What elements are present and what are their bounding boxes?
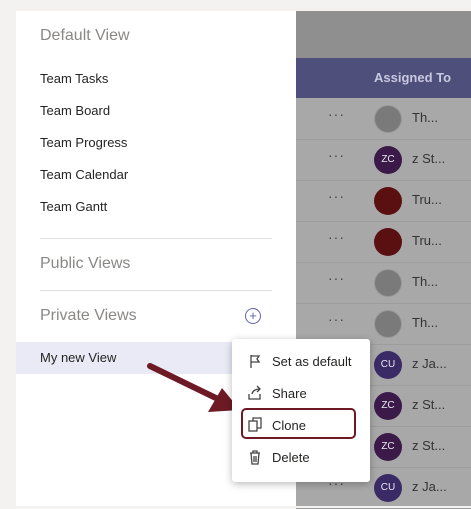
avatar: ZC	[374, 433, 402, 461]
view-item-team-progress[interactable]: Team Progress	[40, 135, 127, 150]
table-row[interactable]: ··· Th...	[296, 262, 471, 304]
more-options-icon[interactable]: ···	[328, 147, 345, 163]
flag-icon	[246, 353, 264, 371]
table-row[interactable]: ··· Th...	[296, 98, 471, 140]
view-item-label: My new View	[40, 350, 117, 365]
avatar: CU	[374, 351, 402, 379]
assignee-name: Tru...	[412, 192, 442, 207]
table-header: Assigned To	[296, 58, 471, 98]
clone-highlight-box	[241, 408, 356, 439]
avatar: ZC	[374, 392, 402, 420]
assignee-name: Th...	[412, 315, 439, 330]
more-options-icon[interactable]: ···	[328, 311, 345, 327]
share-icon	[246, 385, 264, 403]
avatar: ZC	[374, 146, 402, 174]
table-row[interactable]: ··· ZC z St...	[296, 139, 471, 181]
table-row[interactable]: ··· Tru...	[296, 180, 471, 222]
table-row[interactable]: ··· Tru...	[296, 221, 471, 263]
menu-item-share[interactable]: Share	[232, 378, 370, 410]
assignee-name: z Ja...	[412, 356, 447, 371]
divider	[40, 238, 272, 239]
column-header-assigned-to: Assigned To	[374, 70, 452, 85]
assignee-name: Tru...	[412, 233, 442, 248]
more-options-icon[interactable]: ···	[328, 229, 345, 245]
assignee-name: z St...	[412, 151, 446, 166]
divider	[40, 290, 272, 291]
public-views-title: Public Views	[40, 255, 131, 272]
view-item-team-tasks[interactable]: Team Tasks	[40, 71, 108, 86]
view-item-team-board[interactable]: Team Board	[40, 103, 110, 118]
avatar	[374, 228, 402, 256]
avatar: CU	[374, 474, 402, 502]
more-options-icon[interactable]: ···	[328, 106, 345, 122]
menu-item-set-as-default[interactable]: Set as default	[232, 346, 370, 378]
assignee-name: Th...	[412, 110, 439, 125]
menu-item-delete[interactable]: Delete	[232, 442, 370, 474]
background-toolbar	[296, 11, 471, 58]
more-options-icon[interactable]: ···	[328, 188, 345, 204]
avatar	[374, 310, 402, 338]
assignee-name: z St...	[412, 438, 446, 453]
plus-circle-icon[interactable]: +	[245, 308, 261, 324]
menu-item-label: Delete	[272, 450, 310, 465]
avatar	[374, 105, 402, 133]
menu-item-label: Share	[272, 386, 307, 401]
private-views-title: Private Views	[40, 307, 137, 324]
assignee-name: z St...	[412, 397, 446, 412]
view-item-team-calendar[interactable]: Team Calendar	[40, 167, 128, 182]
assignee-name: Th...	[412, 274, 439, 289]
default-view-title: Default View	[40, 27, 130, 44]
avatar	[374, 187, 402, 215]
trash-icon	[246, 449, 264, 467]
assignee-name: z Ja...	[412, 479, 447, 494]
more-options-icon[interactable]: ···	[328, 270, 345, 286]
view-item-team-gantt[interactable]: Team Gantt	[40, 199, 107, 214]
menu-item-label: Set as default	[272, 354, 352, 369]
avatar	[374, 269, 402, 297]
